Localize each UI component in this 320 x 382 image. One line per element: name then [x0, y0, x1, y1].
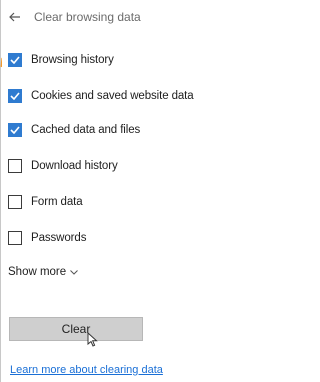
- option-label: Cached data and files: [31, 124, 141, 136]
- chevron-down-icon: [70, 269, 79, 275]
- clear-button[interactable]: Clear: [9, 317, 143, 341]
- checkbox-browsing-history[interactable]: [8, 53, 22, 67]
- option-cached-data[interactable]: Cached data and files: [8, 120, 140, 140]
- panel-title: Clear browsing data: [34, 10, 141, 24]
- option-passwords[interactable]: Passwords: [8, 228, 86, 248]
- option-label: Cookies and saved website data: [31, 90, 194, 102]
- option-cookies[interactable]: Cookies and saved website data: [8, 86, 194, 106]
- checkbox-download-history[interactable]: [8, 159, 22, 173]
- option-label: Download history: [31, 160, 118, 172]
- option-form-data[interactable]: Form data: [8, 192, 83, 212]
- option-browsing-history[interactable]: Browsing history: [8, 50, 114, 70]
- checkbox-cached-data[interactable]: [8, 123, 22, 137]
- option-download-history[interactable]: Download history: [8, 156, 118, 176]
- show-more-label: Show more: [8, 266, 67, 278]
- option-label: Form data: [31, 196, 83, 208]
- learn-more-link[interactable]: Learn more about clearing data: [10, 364, 163, 376]
- back-arrow-icon[interactable]: [2, 5, 28, 29]
- checkbox-passwords[interactable]: [8, 231, 22, 245]
- clear-browsing-data-panel: Clear browsing data Browsing history Coo…: [2, 0, 202, 382]
- panel-header: Clear browsing data: [2, 5, 202, 29]
- show-more-toggle[interactable]: Show more: [8, 263, 79, 281]
- option-label: Passwords: [31, 232, 87, 244]
- option-label: Browsing history: [31, 54, 114, 66]
- checkbox-cookies[interactable]: [8, 89, 22, 103]
- checkbox-form-data[interactable]: [8, 195, 22, 209]
